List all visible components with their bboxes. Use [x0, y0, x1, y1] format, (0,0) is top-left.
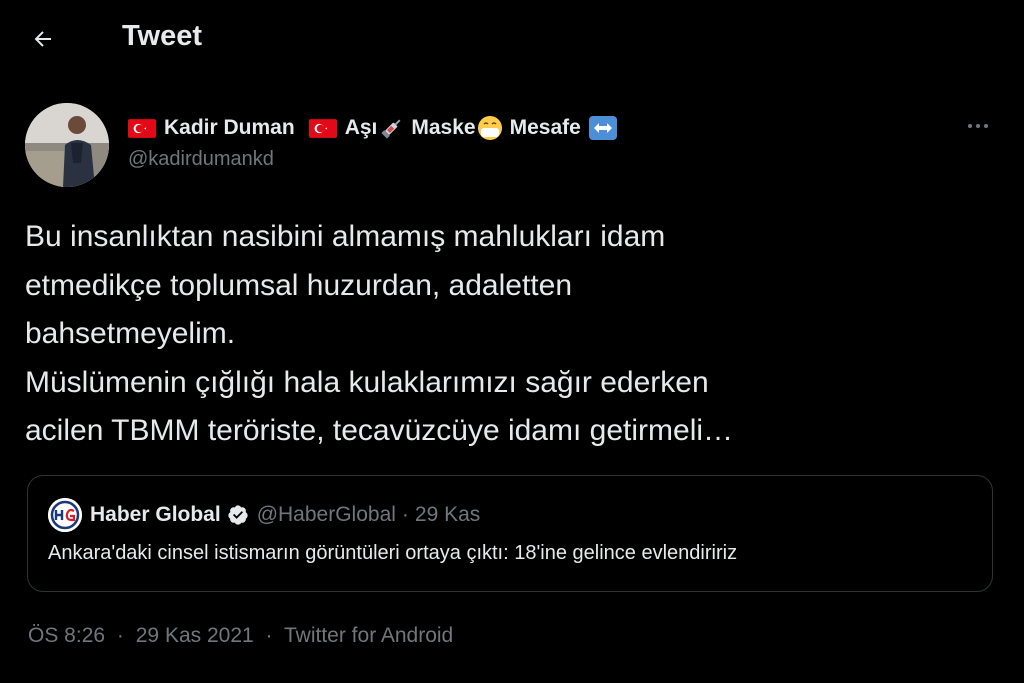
quoted-author-name: Haber Global	[90, 503, 221, 526]
tweet-date[interactable]: 29 Kas 2021	[136, 624, 254, 647]
author-tag-asi: Aşı	[344, 116, 378, 139]
mask-face-icon	[477, 116, 502, 140]
back-arrow-icon	[34, 31, 51, 47]
left-right-arrow-icon	[588, 116, 617, 140]
quoted-date: 29 Kas	[414, 503, 481, 526]
page-title: Tweet	[122, 20, 203, 52]
verified-badge-icon	[228, 505, 248, 525]
author-tag-maske: Maske	[411, 116, 476, 139]
quoted-separator: ·	[401, 503, 409, 526]
avatar-image	[25, 103, 109, 187]
author-tag-mesafe: Mesafe	[509, 116, 581, 139]
meta-separator: ·	[265, 624, 273, 647]
haber-global-logo	[48, 498, 82, 532]
quoted-tweet-header: Haber Global @HaberGlobal · 29 Kas	[48, 498, 480, 532]
quoted-avatar-icon	[48, 498, 82, 532]
quoted-author-handle: @HaberGlobal	[256, 503, 396, 526]
avatar[interactable]	[25, 103, 109, 187]
more-icon	[968, 124, 972, 128]
tweet-source[interactable]: Twitter for Android	[284, 624, 453, 647]
back-button[interactable]	[26, 22, 60, 56]
syringe-icon	[381, 119, 401, 139]
more-options-button[interactable]	[958, 114, 998, 138]
turkish-flag-icon	[128, 118, 156, 138]
author-display-name: Kadir Duman	[164, 116, 295, 139]
meta-separator: ·	[116, 624, 124, 647]
tweet-meta: ÖS 8:26 · 29 Kas 2021 · Twitter for Andr…	[28, 624, 453, 648]
quoted-tweet-text: Ankara'daki cinsel istismarın görüntüler…	[48, 542, 738, 564]
author-handle[interactable]: @kadirdumankd	[128, 148, 274, 171]
tweet-time[interactable]: ÖS 8:26	[28, 624, 105, 647]
turkish-flag-icon	[308, 118, 337, 138]
header: Tweet	[0, 0, 1024, 80]
tweet-text: Bu insanlıktan nasibini almamış mahlukla…	[25, 220, 734, 447]
author-name-line[interactable]: Kadir Duman Aşı Maske Mesafe	[128, 112, 617, 144]
quoted-tweet[interactable]: Haber Global @HaberGlobal · 29 Kas Ankar…	[27, 475, 993, 592]
